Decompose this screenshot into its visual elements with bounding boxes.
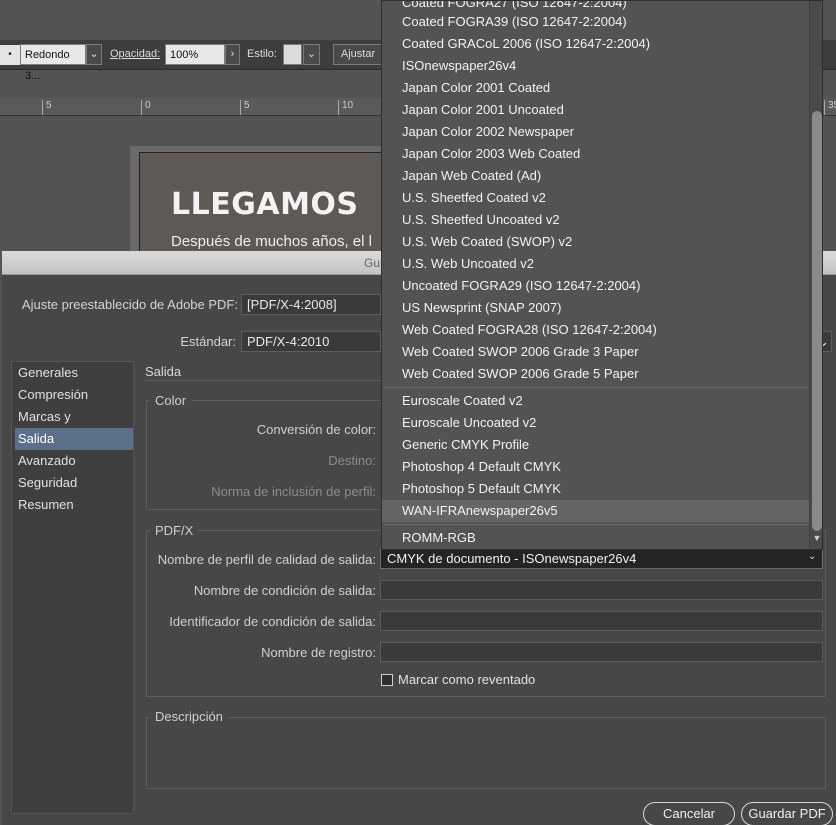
menu-item[interactable]: Japan Web Coated (Ad) [382, 165, 810, 187]
nav-item-marks-bleeds[interactable]: Marcas y sangrados [15, 406, 133, 446]
dropdown-scrollbar[interactable]: ▼ [809, 1, 822, 549]
ruler-mark: 5 [240, 100, 250, 115]
stroke-dot-icon[interactable]: • [0, 45, 20, 65]
menu-item[interactable]: ROMM-RGB [382, 527, 810, 549]
menu-item[interactable]: Web Coated SWOP 2006 Grade 5 Paper [382, 363, 810, 385]
profile-inclusion-label: Norma de inclusión de perfil: [211, 484, 376, 499]
trapped-checkbox[interactable] [381, 674, 393, 686]
style-swatch[interactable] [283, 44, 302, 65]
menu-item[interactable]: Photoshop 5 Default CMYK [382, 478, 810, 500]
save-pdf-button[interactable]: Guardar PDF [741, 802, 833, 825]
opacity-input[interactable]: 100% [165, 44, 225, 65]
stroke-preset-field[interactable]: Redondo 3... [20, 44, 86, 82]
nav-item-general[interactable]: Generales [15, 362, 133, 384]
menu-item[interactable]: Photoshop 4 Default CMYK [382, 456, 810, 478]
menu-item[interactable]: Japan Color 2001 Uncoated [382, 99, 810, 121]
nav-item-summary[interactable]: Resumen [15, 494, 133, 516]
menu-item[interactable]: Coated FOGRA39 (ISO 12647-2:2004) [382, 11, 810, 33]
description-group [146, 717, 826, 789]
output-intent-label: Nombre de perfil de calidad de salida: [157, 552, 376, 567]
menu-item[interactable]: U.S. Sheetfed Coated v2 [382, 187, 810, 209]
menu-item[interactable]: Coated GRACoL 2006 (ISO 12647-2:2004) [382, 33, 810, 55]
menu-item[interactable]: U.S. Web Uncoated v2 [382, 253, 810, 275]
ruler-mark: 5 [42, 100, 52, 115]
condition-name-field[interactable] [380, 580, 823, 600]
registry-name-field[interactable] [380, 642, 823, 662]
scroll-down-icon[interactable]: ▼ [812, 533, 822, 545]
color-group-title: Color [150, 393, 192, 408]
menu-item[interactable]: Japan Color 2003 Web Coated [382, 143, 810, 165]
output-profile-dropdown: Coated FOGRA27 (ISO 12647-2:2004) Coated… [381, 0, 823, 550]
menu-item[interactable]: Uncoated FOGRA29 (ISO 12647-2:2004) [382, 275, 810, 297]
description-title: Descripción [150, 709, 228, 724]
nav-item-compression[interactable]: Compresión [15, 384, 133, 406]
menu-item[interactable]: Japan Color 2001 Coated [382, 77, 810, 99]
section-title: Salida [145, 364, 182, 379]
cancel-button[interactable]: Cancelar [643, 802, 735, 825]
standard-select[interactable]: PDF/X-4:2010 [241, 331, 381, 352]
color-conversion-label: Conversión de color: [256, 422, 376, 437]
menu-item[interactable]: Generic CMYK Profile [382, 434, 810, 456]
stroke-preset-chevron-icon[interactable]: ⌄ [86, 44, 102, 65]
section-divider [145, 380, 381, 381]
style-chevron-icon[interactable]: ⌄ [303, 44, 320, 65]
preset-label: Ajuste preestablecido de Adobe PDF: [21, 297, 238, 312]
nav-item-output[interactable]: Salida [15, 428, 133, 450]
menu-item[interactable]: Euroscale Coated v2 [382, 390, 810, 412]
adjust-button[interactable]: Ajustar [333, 44, 383, 65]
style-label: Estilo: [247, 48, 277, 60]
menu-item[interactable]: Euroscale Uncoated v2 [382, 412, 810, 434]
output-intent-chevron-icon[interactable]: ⌄ [808, 551, 816, 562]
menu-separator [384, 524, 810, 525]
menu-separator [384, 387, 810, 388]
preset-select[interactable]: [PDF/X-4:2008] [241, 294, 381, 315]
menu-item-highlighted[interactable]: WAN-IFRAnewspaper26v5 [382, 500, 810, 522]
menu-item[interactable]: Web Coated FOGRA28 (ISO 12647-2:2004) [382, 319, 810, 341]
menu-item[interactable]: U.S. Web Coated (SWOP) v2 [382, 231, 810, 253]
condition-id-label: Identificador de condición de salida: [169, 614, 376, 629]
menu-item[interactable]: ISOnewspaper26v4 [382, 55, 810, 77]
condition-id-field[interactable] [380, 611, 823, 631]
opacity-label: Opacidad: [110, 48, 161, 60]
opacity-arrow-icon[interactable]: › [225, 44, 240, 65]
menu-item[interactable]: Web Coated SWOP 2006 Grade 3 Paper [382, 341, 810, 363]
menu-item[interactable]: US Newsprint (SNAP 2007) [382, 297, 810, 319]
condition-name-label: Nombre de condición de salida: [193, 583, 376, 598]
registry-name-label: Nombre de registro: [261, 645, 376, 660]
output-intent-select[interactable]: CMYK de documento - ISOnewspaper26v4 [380, 549, 823, 569]
page-subtitle: Después de muchos años, el l [171, 233, 372, 250]
nav-item-advanced[interactable]: Avanzado [15, 450, 133, 472]
trapped-label: Marcar como reventado [398, 672, 536, 687]
pdfx-group-title: PDF/X [150, 523, 199, 538]
dialog-title: Gu [364, 256, 381, 270]
nav-item-security[interactable]: Seguridad [15, 472, 133, 494]
ruler-mark: 10 [338, 100, 353, 115]
standard-label: Estándar: [180, 334, 236, 349]
scroll-thumb[interactable] [812, 111, 822, 531]
menu-item[interactable]: Japan Color 2002 Newspaper [382, 121, 810, 143]
menu-item[interactable]: U.S. Sheetfed Uncoated v2 [382, 209, 810, 231]
page-heading: LLEGAMOS [171, 187, 359, 222]
ruler-mark: 35 [824, 100, 836, 115]
destination-label: Destino: [328, 453, 376, 468]
ruler-mark: 0 [141, 100, 151, 115]
